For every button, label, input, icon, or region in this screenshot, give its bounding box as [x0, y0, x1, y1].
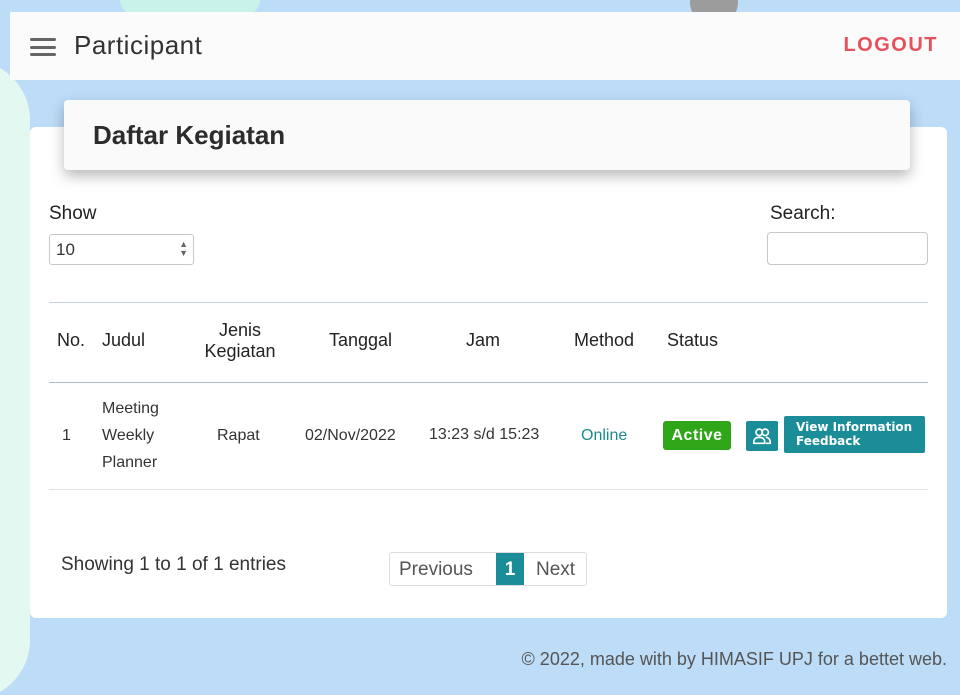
show-entries-select[interactable]: 10 ▲ ▼: [49, 234, 194, 265]
column-header-method[interactable]: Method: [574, 330, 634, 351]
show-entries-value: 10: [56, 240, 75, 259]
cell-judul: Meeting Weekly Planner: [102, 395, 159, 476]
pagination-page-current[interactable]: 1: [496, 553, 524, 585]
pagination-next[interactable]: Next: [524, 553, 586, 585]
column-header-jenis-line2: Kegiatan: [204, 341, 276, 361]
cell-jenis: Rapat: [217, 427, 260, 444]
info-button-line1: View Information: [796, 420, 913, 434]
table-bottom-border: [49, 489, 928, 490]
card-header: Daftar Kegiatan: [64, 100, 910, 170]
view-participants-button[interactable]: [746, 421, 778, 451]
cell-tanggal: 02/Nov/2022: [305, 427, 396, 444]
logout-button[interactable]: LOGOUT: [843, 34, 938, 57]
column-header-jenis-line1: Jenis: [218, 320, 262, 340]
table-top-border: [49, 302, 928, 303]
background-shape-left: [0, 60, 30, 695]
cell-judul-line3: Planner: [102, 454, 158, 471]
top-header: Participant LOGOUT: [10, 12, 960, 80]
search-label: Search:: [770, 203, 836, 224]
column-header-no[interactable]: No.: [57, 330, 85, 351]
cell-method: Online: [581, 427, 628, 444]
column-header-jam[interactable]: Jam: [466, 330, 500, 351]
page-title: Participant: [74, 30, 203, 60]
table-header-border: [49, 382, 928, 383]
cell-judul-line2: Weekly: [102, 427, 155, 444]
search-input[interactable]: [767, 232, 928, 265]
show-entries-label: Show: [49, 203, 97, 224]
cell-judul-line1: Meeting: [102, 400, 159, 417]
view-information-feedback-button[interactable]: View Information Feedback: [784, 416, 925, 453]
info-button-line2: Feedback: [796, 434, 861, 448]
pagination-previous[interactable]: Previous: [390, 553, 496, 585]
status-badge: Active: [663, 421, 731, 450]
hamburger-menu-icon[interactable]: [30, 38, 56, 56]
card-title: Daftar Kegiatan: [93, 120, 286, 150]
column-header-status[interactable]: Status: [667, 330, 718, 351]
column-header-tanggal[interactable]: Tanggal: [329, 330, 392, 351]
users-icon: [752, 428, 772, 445]
pagination: Previous 1 Next: [389, 552, 587, 586]
cell-jam: 13:23 s/d 15:23: [429, 426, 540, 443]
column-header-judul[interactable]: Judul: [102, 330, 145, 351]
sort-arrows-icon: ▲ ▼: [179, 239, 188, 258]
column-header-jenis-kegiatan[interactable]: Jenis Kegiatan: [196, 320, 284, 362]
activities-card: [30, 127, 947, 618]
cell-no: 1: [62, 427, 71, 444]
entries-info: Showing 1 to 1 of 1 entries: [61, 554, 286, 575]
copyright-text: © 2022, made with by HIMASIF UPJ for a b…: [521, 649, 947, 669]
